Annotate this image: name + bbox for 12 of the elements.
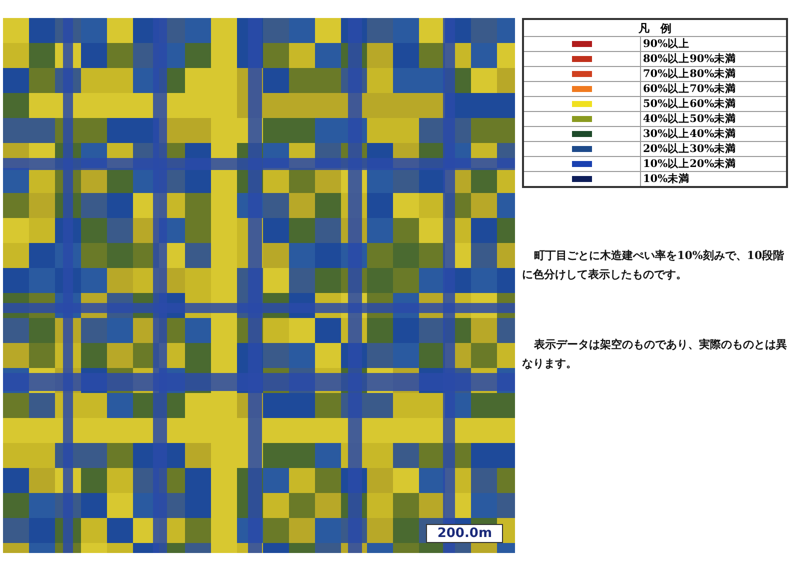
legend-label: 80%以上90%未満 (640, 52, 787, 66)
legend-label: 30%以上40%未満 (640, 126, 787, 142)
legend-label: 40%以上50%未満 (640, 112, 787, 126)
legend-label: 20%以上30%未満 (640, 142, 787, 156)
note-text: 表示データは架空のものであり、実際のものとは異なります。 (522, 336, 788, 372)
legend-label: 60%以上70%未満 (640, 82, 787, 96)
legend-label: 50%以上60%未満 (640, 96, 787, 112)
scale-bar: 200.0m (426, 524, 503, 543)
legend-label: 10%以上20%未満 (640, 156, 787, 172)
note-text: 町丁目ごとに木造建ぺい率を10%刻みで、10段階に色分けして表示したものです。 (522, 248, 786, 284)
legend-label: 70%以上80%未満 (640, 66, 787, 82)
legend-label: 90%以上 (640, 36, 787, 52)
